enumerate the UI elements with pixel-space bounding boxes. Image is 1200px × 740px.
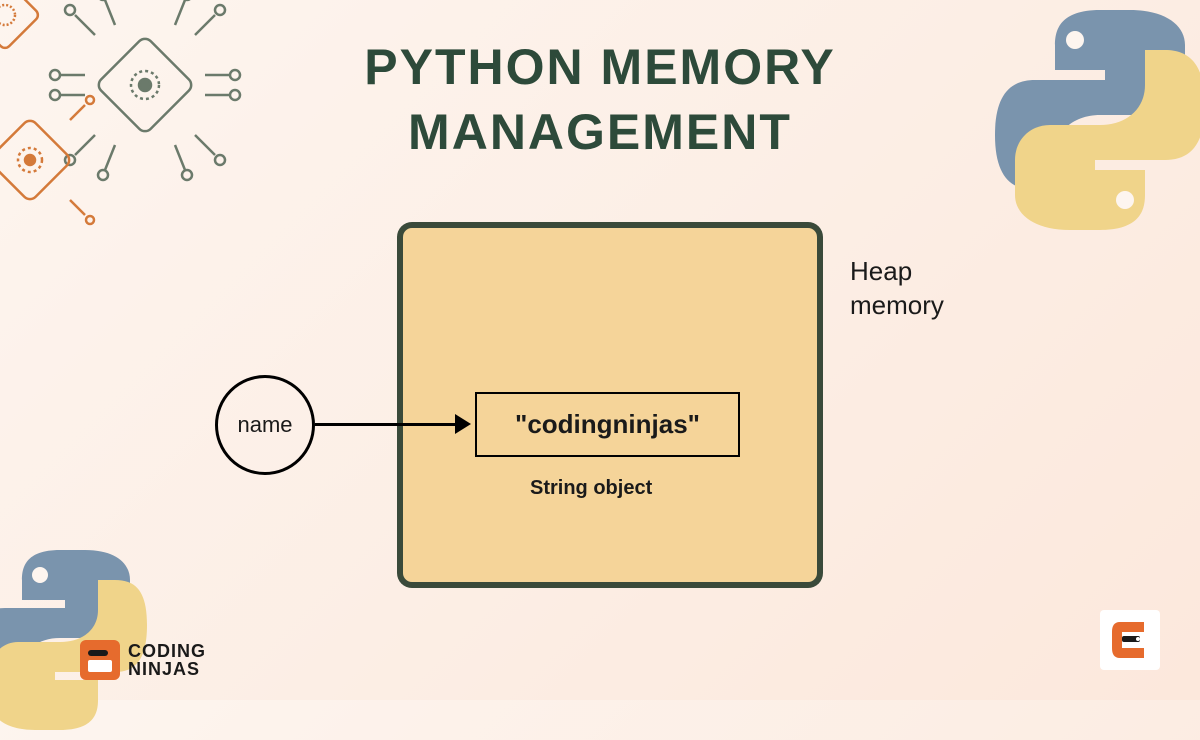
page-title: PYTHON MEMORY MANAGEMENT <box>364 35 835 165</box>
reference-arrow-head <box>455 414 471 434</box>
circuit-decoration <box>0 0 290 250</box>
string-value-text: "codingninjas" <box>515 409 700 440</box>
string-object-box: "codingninjas" <box>475 392 740 457</box>
coding-ninjas-logo: CODING NINJAS <box>80 640 206 680</box>
string-object-label: String object <box>530 477 652 500</box>
variable-name-circle: name <box>215 375 315 475</box>
title-line-1: PYTHON MEMORY <box>364 35 835 100</box>
coding-ninjas-icon <box>80 640 120 680</box>
coding-ninjas-brand-text: CODING NINJAS <box>128 642 206 678</box>
reference-arrow <box>315 423 460 426</box>
variable-name-text: name <box>237 412 292 438</box>
python-logo-icon <box>980 0 1200 240</box>
coding-ninjas-icon-small <box>1100 610 1160 670</box>
heap-memory-label: Heap memory <box>850 255 944 323</box>
title-line-2: MANAGEMENT <box>364 100 835 165</box>
